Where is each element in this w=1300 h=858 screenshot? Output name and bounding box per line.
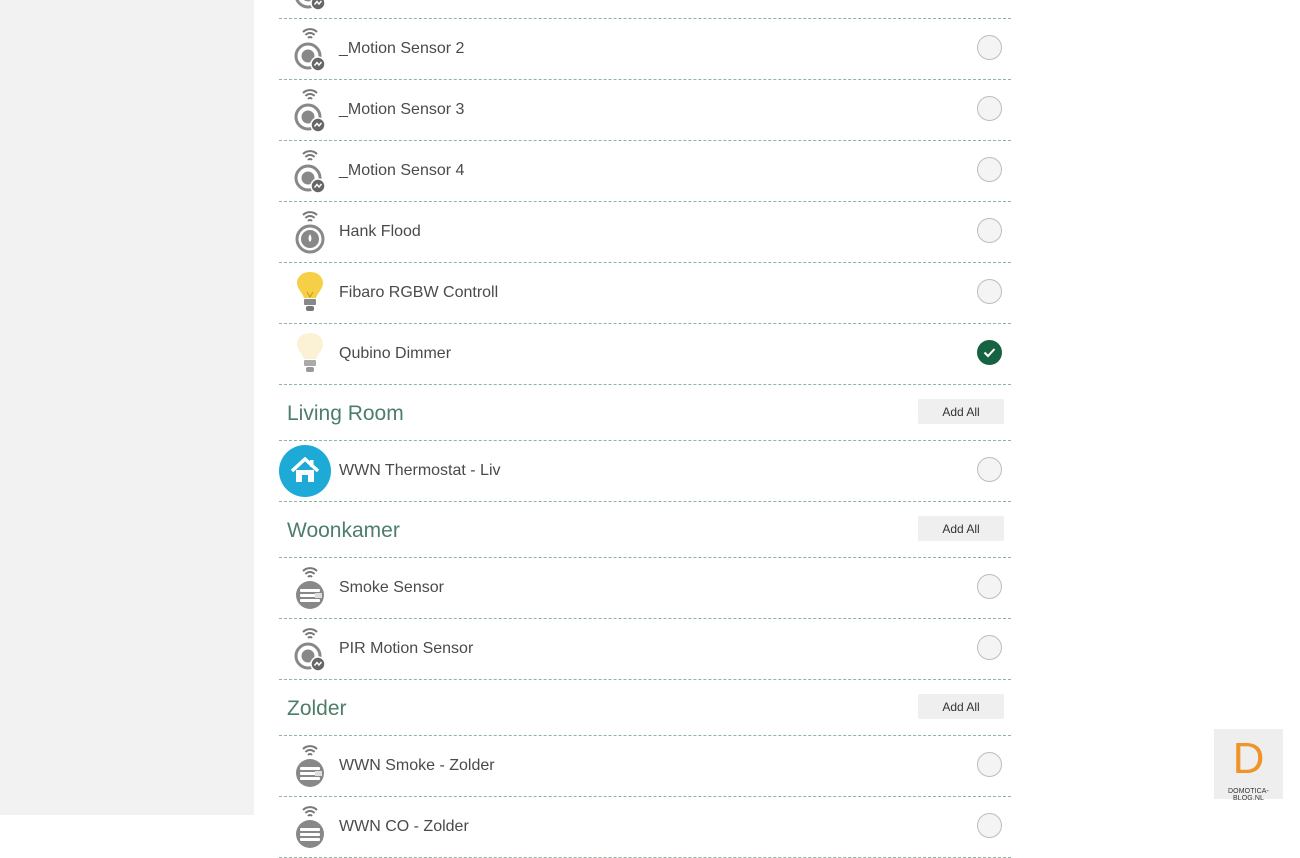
smoke-sensor-icon bbox=[287, 565, 333, 611]
device-row[interactable] bbox=[279, 0, 1011, 19]
select-radio[interactable] bbox=[977, 35, 1002, 60]
section-title: Woonkamer bbox=[287, 519, 400, 542]
device-row[interactable]: _Motion Sensor 3 bbox=[279, 80, 1011, 141]
select-radio[interactable] bbox=[977, 635, 1002, 660]
flood-sensor-icon bbox=[287, 209, 333, 255]
motion-sensor-icon bbox=[287, 148, 333, 194]
select-radio[interactable] bbox=[977, 96, 1002, 121]
device-row[interactable]: Smoke Sensor bbox=[279, 558, 1011, 619]
device-label: Smoke Sensor bbox=[339, 579, 444, 596]
motion-sensor-icon bbox=[287, 26, 333, 72]
device-label: _Motion Sensor 2 bbox=[339, 40, 465, 57]
device-label: Hank Flood bbox=[339, 223, 421, 240]
device-row[interactable]: Fibaro RGBW Controll bbox=[279, 263, 1011, 324]
section-header-zolder: Zolder Add All bbox=[279, 680, 1011, 736]
device-row[interactable]: Qubino Dimmer bbox=[279, 324, 1011, 385]
watermark-logo: D DOMOTICA-BLOG.NL bbox=[1214, 729, 1283, 802]
home-icon bbox=[279, 445, 331, 497]
device-label: _Motion Sensor 3 bbox=[339, 101, 465, 118]
watermark-text: DOMOTICA-BLOG.NL bbox=[1228, 788, 1269, 802]
device-row[interactable]: PIR Motion Sensor bbox=[279, 619, 1011, 680]
device-label: WWN CO - Zolder bbox=[339, 818, 469, 835]
device-list: _Motion Sensor 2 _Motion Sensor 3 _Motio… bbox=[279, 0, 1011, 858]
select-radio[interactable] bbox=[977, 574, 1002, 599]
device-row[interactable]: _Motion Sensor 4 bbox=[279, 141, 1011, 202]
section-header-living-room: Living Room Add All bbox=[279, 385, 1011, 441]
bulb-dim-icon bbox=[287, 331, 333, 377]
add-all-button[interactable]: Add All bbox=[918, 399, 1004, 424]
select-radio[interactable] bbox=[977, 218, 1002, 243]
device-label: Qubino Dimmer bbox=[339, 345, 452, 362]
motion-sensor-icon bbox=[287, 87, 333, 133]
device-row[interactable]: WWN Thermostat - Liv bbox=[279, 441, 1011, 502]
device-label: Fibaro RGBW Controll bbox=[339, 284, 499, 301]
device-row[interactable]: Hank Flood bbox=[279, 202, 1011, 263]
select-radio[interactable] bbox=[977, 279, 1002, 304]
left-pane bbox=[0, 0, 254, 815]
select-radio[interactable] bbox=[977, 813, 1002, 838]
device-label: WWN Thermostat - Liv bbox=[339, 462, 501, 479]
section-title: Zolder bbox=[287, 697, 347, 720]
section-title: Living Room bbox=[287, 402, 404, 425]
watermark-letter: D bbox=[1232, 734, 1265, 783]
device-row[interactable]: _Motion Sensor 2 bbox=[279, 19, 1011, 80]
device-label: WWN Smoke - Zolder bbox=[339, 757, 495, 774]
device-label: PIR Motion Sensor bbox=[339, 640, 474, 657]
add-all-button[interactable]: Add All bbox=[918, 516, 1004, 541]
motion-sensor-icon bbox=[287, 626, 333, 672]
device-row[interactable]: WWN CO - Zolder bbox=[279, 797, 1011, 858]
device-label: _Motion Sensor 4 bbox=[339, 162, 465, 179]
selected-radio[interactable] bbox=[977, 340, 1002, 365]
motion-sensor-icon bbox=[287, 0, 333, 11]
smoke-sensor-icon bbox=[287, 743, 333, 789]
smoke-sensor-icon bbox=[287, 804, 333, 850]
select-radio[interactable] bbox=[977, 752, 1002, 777]
select-radio[interactable] bbox=[977, 457, 1002, 482]
add-all-button[interactable]: Add All bbox=[918, 694, 1004, 719]
device-row[interactable]: WWN Smoke - Zolder bbox=[279, 736, 1011, 797]
bulb-on-icon bbox=[287, 270, 333, 316]
check-icon bbox=[983, 348, 996, 358]
select-radio[interactable] bbox=[977, 157, 1002, 182]
section-header-woonkamer: Woonkamer Add All bbox=[279, 502, 1011, 558]
